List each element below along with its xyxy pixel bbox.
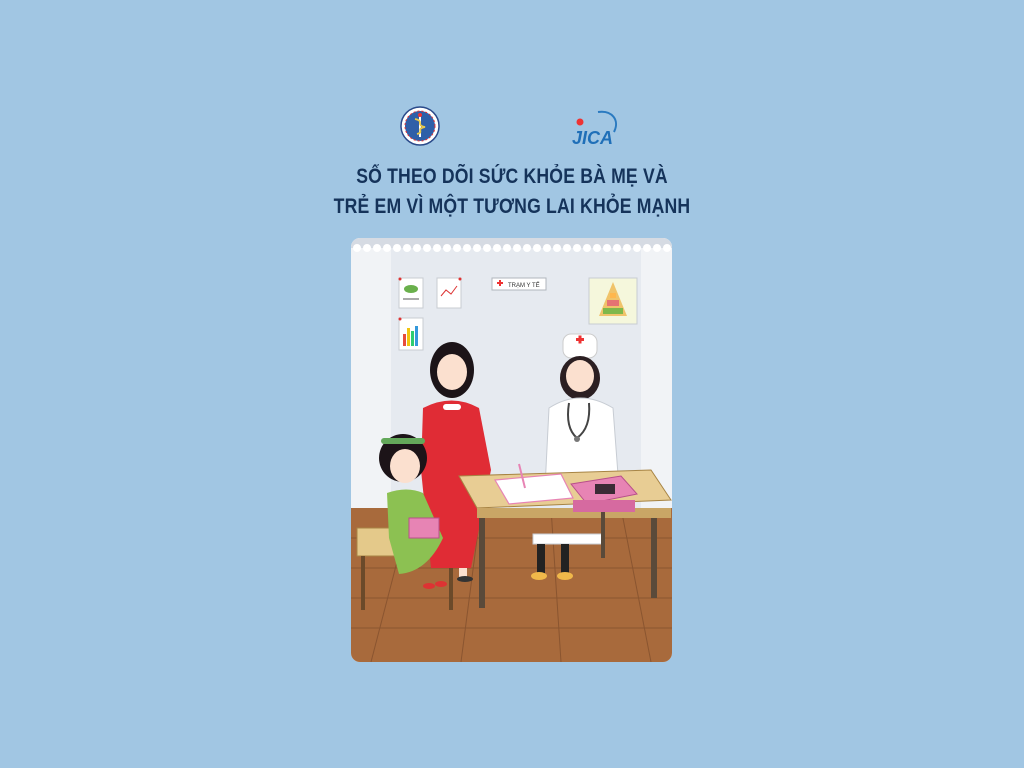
wall-poster-bars xyxy=(398,317,424,351)
title-line-1: SỔ THEO DÕI SỨC KHỎE BÀ MẸ VÀ xyxy=(356,165,668,188)
wall-poster-leaves xyxy=(398,277,424,309)
title-line-2: TRẺ EM VÌ MỘT TƯƠNG LAI KHỎE MẠNH xyxy=(333,195,691,218)
logo-row: JICA xyxy=(0,104,1024,150)
clinic-illustration: TRẠM Y TẾ xyxy=(351,238,672,662)
ministry-of-health-logo-icon xyxy=(400,106,440,146)
child-booklet xyxy=(408,517,440,539)
cover-title: SỔ THEO DÕI SỨC KHỎE BÀ MẸ VÀ TRẺ EM VÌ … xyxy=(82,162,942,222)
food-pyramid-poster xyxy=(588,277,638,325)
clinic-sign-text: TRẠM Y TẾ xyxy=(508,282,540,289)
jica-logo-icon: JICA xyxy=(572,110,617,148)
wall-poster-chart xyxy=(436,277,462,309)
jica-logo-text: JICA xyxy=(572,128,613,148)
clinic-sign: TRẠM Y TẾ xyxy=(491,277,547,291)
